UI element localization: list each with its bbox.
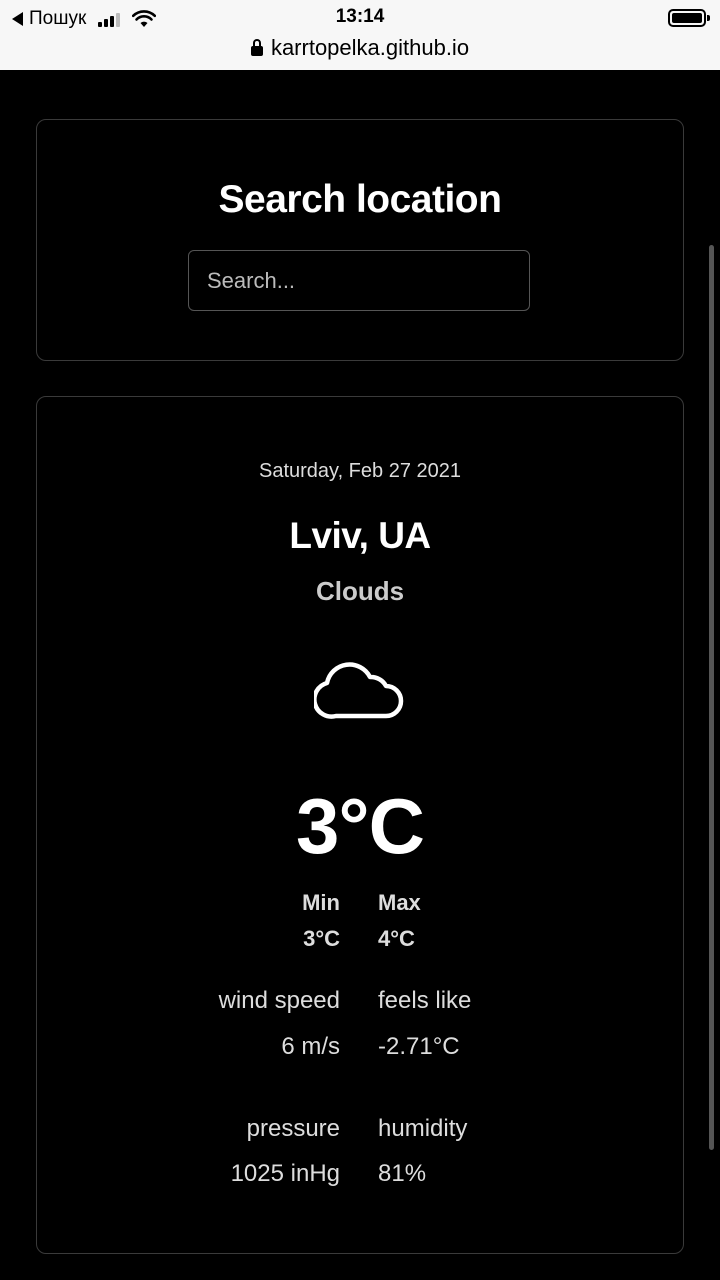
feels-like-value: -2.71°C	[378, 1033, 460, 1060]
min-label: Min	[302, 890, 340, 915]
pressure-value: 1025 inHg	[230, 1160, 340, 1187]
max-label: Max	[378, 890, 421, 915]
location-title: Lviv, UA	[289, 515, 431, 556]
search-title: Search location	[218, 178, 502, 221]
condition-label: Clouds	[315, 576, 405, 606]
battery-icon	[668, 9, 710, 27]
search-card	[36, 119, 684, 361]
search-input[interactable]	[188, 250, 530, 311]
browser-top-bar: Пошук 13:14 karrtopelka.github.io	[0, 0, 720, 70]
max-value: 4°C	[378, 926, 415, 951]
pressure-label: pressure	[246, 1115, 340, 1142]
address-bar[interactable]: karrtopelka.github.io	[0, 34, 720, 62]
lock-icon	[250, 39, 263, 56]
temperature-value: 3°C	[296, 782, 425, 870]
cloud-icon	[314, 662, 404, 719]
page-scrollbar[interactable]	[709, 245, 714, 1150]
date-label: Saturday, Feb 27 2021	[259, 460, 461, 482]
min-value: 3°C	[303, 926, 340, 951]
wind-speed-value: 6 m/s	[281, 1033, 340, 1060]
humidity-label: humidity	[378, 1115, 468, 1142]
clock: 13:14	[335, 6, 385, 27]
url-text: karrtopelka.github.io	[270, 35, 470, 60]
wind-speed-label: wind speed	[218, 987, 340, 1014]
humidity-value: 81%	[378, 1160, 427, 1187]
feels-like-label: feels like	[378, 987, 472, 1014]
